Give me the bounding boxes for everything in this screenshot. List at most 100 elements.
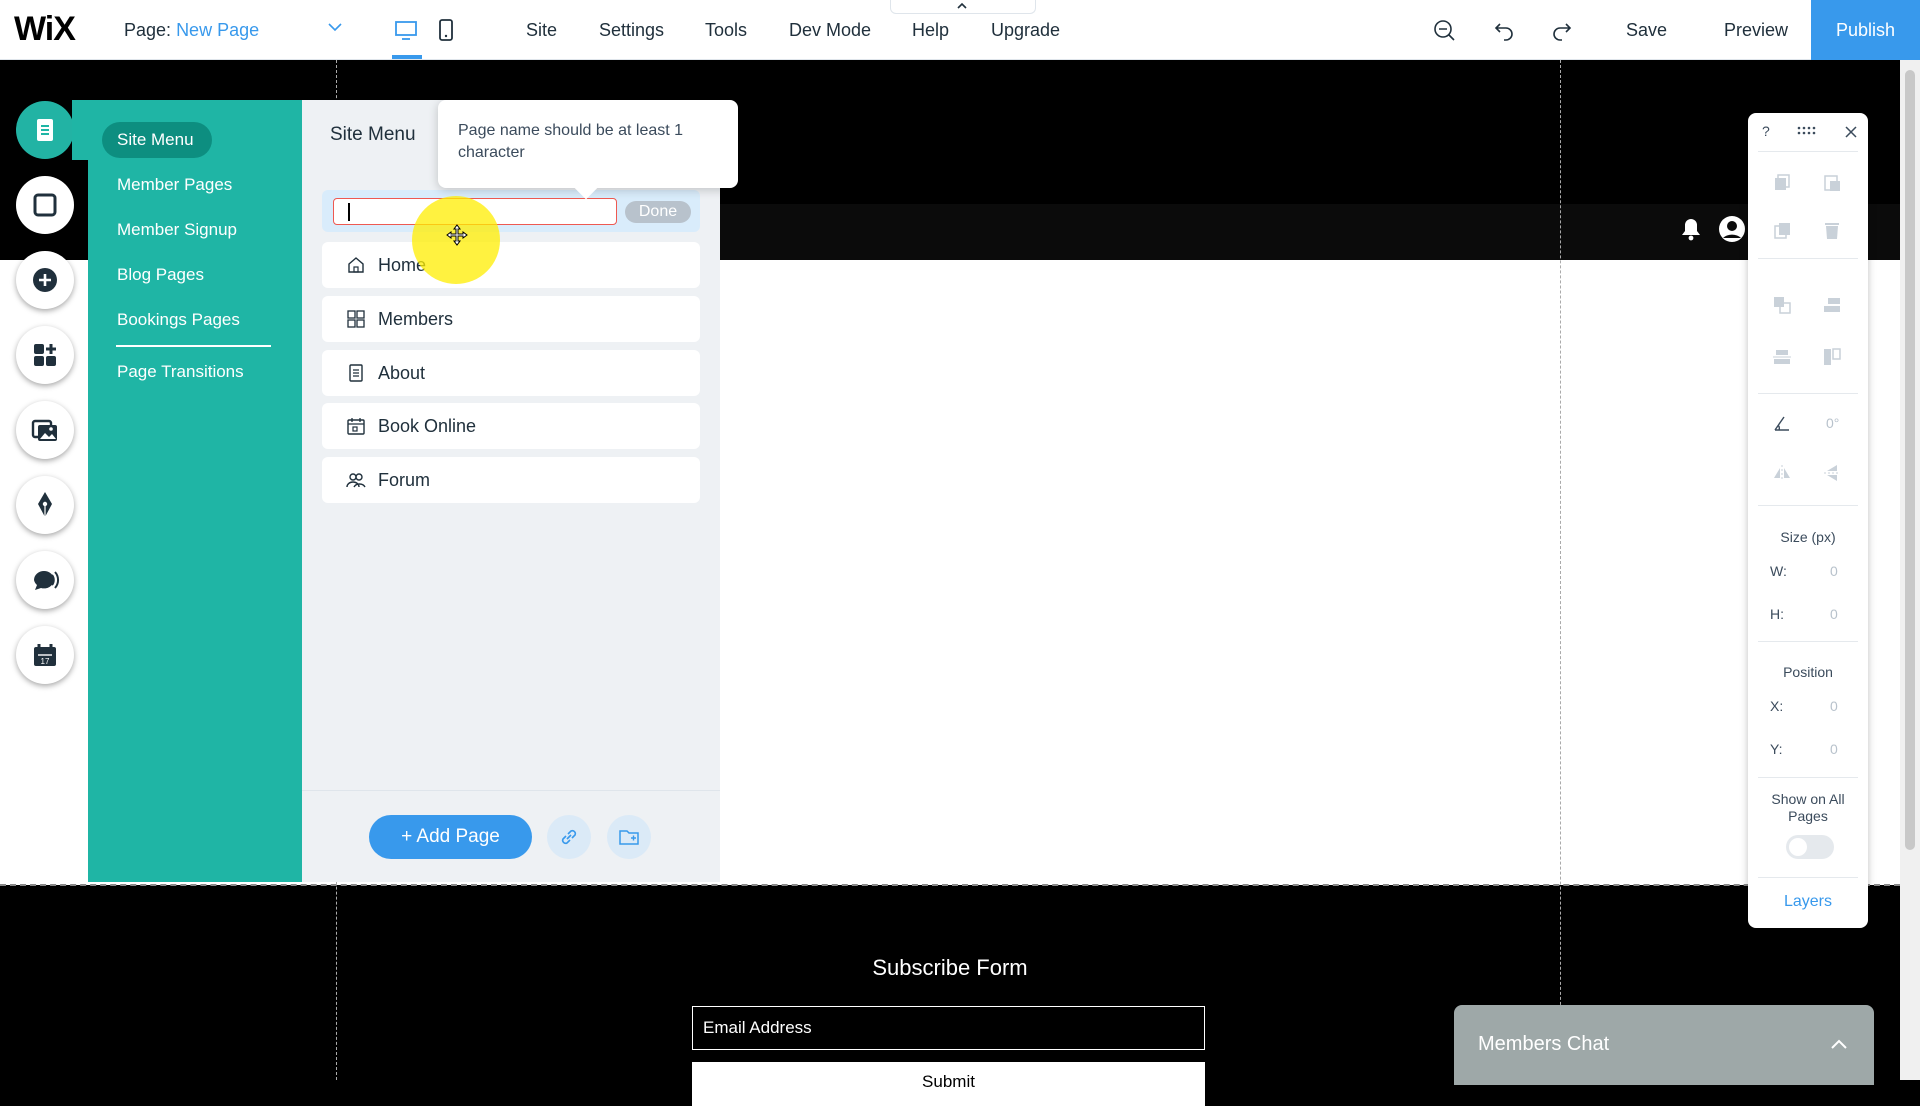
distribute-icon[interactable] bbox=[1772, 347, 1792, 367]
tab-bookings-pages[interactable]: Bookings Pages bbox=[117, 310, 240, 330]
menu-upgrade[interactable]: Upgrade bbox=[991, 20, 1060, 41]
text-caret bbox=[348, 203, 350, 221]
y-field[interactable]: 0 bbox=[1830, 741, 1838, 757]
members-chat-widget[interactable]: Members Chat bbox=[1454, 1005, 1874, 1085]
bell-icon[interactable] bbox=[1680, 217, 1702, 241]
page-item-members[interactable]: Members bbox=[322, 296, 700, 342]
show-on-all-pages-toggle[interactable] bbox=[1786, 835, 1834, 859]
add-folder-button[interactable] bbox=[607, 815, 651, 859]
forum-icon bbox=[346, 473, 366, 488]
add-link-button[interactable] bbox=[547, 815, 591, 859]
chat-button[interactable] bbox=[16, 551, 74, 609]
link-icon bbox=[561, 829, 577, 845]
menu-help[interactable]: Help bbox=[912, 20, 949, 41]
height-key: H: bbox=[1770, 606, 1784, 622]
subscribe-form-title: Subscribe Form bbox=[872, 955, 1028, 980]
undo-icon[interactable] bbox=[1492, 18, 1516, 42]
email-field[interactable]: Email Address bbox=[692, 1006, 1205, 1050]
background-button[interactable] bbox=[16, 176, 74, 234]
show-on-all-pages-label: Show on All Pages bbox=[1771, 791, 1845, 824]
page-label: Book Online bbox=[378, 416, 477, 436]
toolbar-collapse-tab[interactable] bbox=[890, 0, 1036, 14]
duplicate-icon[interactable] bbox=[1772, 221, 1792, 241]
panel-title: Site Menu bbox=[330, 124, 416, 145]
menu-dev-mode[interactable]: Dev Mode bbox=[789, 20, 871, 41]
stage-scrollbar[interactable] bbox=[1900, 60, 1920, 1080]
folder-icon bbox=[619, 830, 639, 845]
footer-divider bbox=[302, 790, 720, 791]
menu-settings[interactable]: Settings bbox=[599, 20, 664, 41]
tab-blog-pages[interactable]: Blog Pages bbox=[117, 265, 204, 285]
desktop-active-indicator bbox=[392, 55, 422, 59]
match-size-icon[interactable] bbox=[1822, 347, 1842, 367]
page-icon bbox=[349, 364, 363, 382]
chevron-down-icon[interactable] bbox=[326, 18, 344, 36]
page-item-book-online[interactable]: Book Online bbox=[322, 403, 700, 449]
blog-button[interactable] bbox=[16, 476, 74, 534]
submit-button[interactable]: Submit bbox=[692, 1062, 1205, 1106]
flip-horizontal-icon[interactable] bbox=[1772, 463, 1792, 483]
page-item-about[interactable]: About bbox=[322, 350, 700, 396]
background-icon bbox=[33, 193, 57, 217]
tooltip-text: Page name should be at least 1 character bbox=[458, 122, 684, 161]
bookings-button[interactable]: 17 bbox=[16, 626, 74, 684]
scrollbar-thumb[interactable] bbox=[1905, 70, 1915, 850]
account-avatar-icon[interactable] bbox=[1718, 215, 1746, 243]
add-apps-button[interactable] bbox=[16, 326, 74, 384]
home-icon bbox=[348, 257, 364, 273]
rotation-value[interactable]: 0° bbox=[1826, 415, 1839, 431]
media-button[interactable] bbox=[16, 401, 74, 459]
separator bbox=[1758, 393, 1858, 394]
x-field[interactable]: 0 bbox=[1830, 698, 1838, 714]
tab-member-signup[interactable]: Member Signup bbox=[117, 220, 237, 240]
help-button[interactable]: ? bbox=[1762, 123, 1770, 139]
publish-button[interactable]: Publish bbox=[1811, 0, 1920, 60]
chat-title: Members Chat bbox=[1478, 1033, 1610, 1055]
x-key: X: bbox=[1770, 698, 1784, 714]
tools-panel: ? 0° Size (px) W: 0 H: 0 Position X: 0 Y… bbox=[1748, 113, 1868, 928]
y-key: Y: bbox=[1770, 741, 1783, 757]
add-page-button[interactable]: + Add Page bbox=[369, 815, 532, 859]
page-selector[interactable]: Page: New Page bbox=[124, 20, 259, 41]
height-field[interactable]: 0 bbox=[1830, 606, 1838, 622]
plus-circle-icon bbox=[33, 268, 57, 292]
flip-vertical-icon[interactable] bbox=[1822, 463, 1842, 483]
delete-icon[interactable] bbox=[1822, 221, 1842, 241]
redo-icon[interactable] bbox=[1550, 18, 1574, 42]
pages-panel-sidebar bbox=[88, 100, 302, 882]
add-elements-button[interactable] bbox=[16, 251, 74, 309]
tab-member-pages[interactable]: Member Pages bbox=[117, 175, 232, 195]
move-cursor-icon bbox=[446, 224, 468, 246]
desktop-icon[interactable] bbox=[392, 16, 420, 44]
align-icon[interactable] bbox=[1822, 295, 1842, 315]
footer-boundary-line bbox=[0, 884, 1900, 886]
page-label: Forum bbox=[378, 470, 431, 490]
menu-tools[interactable]: Tools bbox=[705, 20, 747, 41]
zoom-out-icon[interactable] bbox=[1432, 18, 1456, 42]
drag-handle-icon[interactable] bbox=[1796, 126, 1818, 136]
layers-button[interactable]: Layers bbox=[1748, 893, 1868, 911]
rotate-angle-icon[interactable] bbox=[1772, 413, 1792, 433]
save-button[interactable]: Save bbox=[1626, 20, 1667, 41]
current-page-name: New Page bbox=[176, 20, 260, 40]
validation-tooltip: Page name should be at least 1 character bbox=[438, 100, 738, 188]
close-icon[interactable] bbox=[1844, 125, 1858, 139]
wix-logo[interactable]: WiX bbox=[14, 10, 76, 49]
separator bbox=[1758, 877, 1858, 878]
page-item-forum[interactable]: Forum bbox=[322, 457, 700, 503]
page-item-home[interactable]: Home bbox=[322, 242, 700, 288]
pages-menu-button[interactable] bbox=[16, 101, 74, 159]
calendar-icon bbox=[347, 418, 365, 435]
done-button[interactable]: Done bbox=[625, 201, 691, 223]
mobile-icon[interactable] bbox=[432, 16, 460, 44]
chevron-up-icon[interactable] bbox=[1828, 1033, 1850, 1055]
arrange-icon[interactable] bbox=[1772, 295, 1792, 315]
width-field[interactable]: 0 bbox=[1830, 563, 1838, 579]
menu-site[interactable]: Site bbox=[526, 20, 557, 41]
preview-button[interactable]: Preview bbox=[1724, 20, 1788, 41]
tab-page-transitions[interactable]: Page Transitions bbox=[117, 362, 244, 382]
tab-site-menu[interactable]: Site Menu bbox=[117, 130, 194, 150]
copy-icon[interactable] bbox=[1772, 173, 1792, 193]
position-label: Position bbox=[1783, 664, 1833, 680]
paste-icon[interactable] bbox=[1822, 173, 1842, 193]
